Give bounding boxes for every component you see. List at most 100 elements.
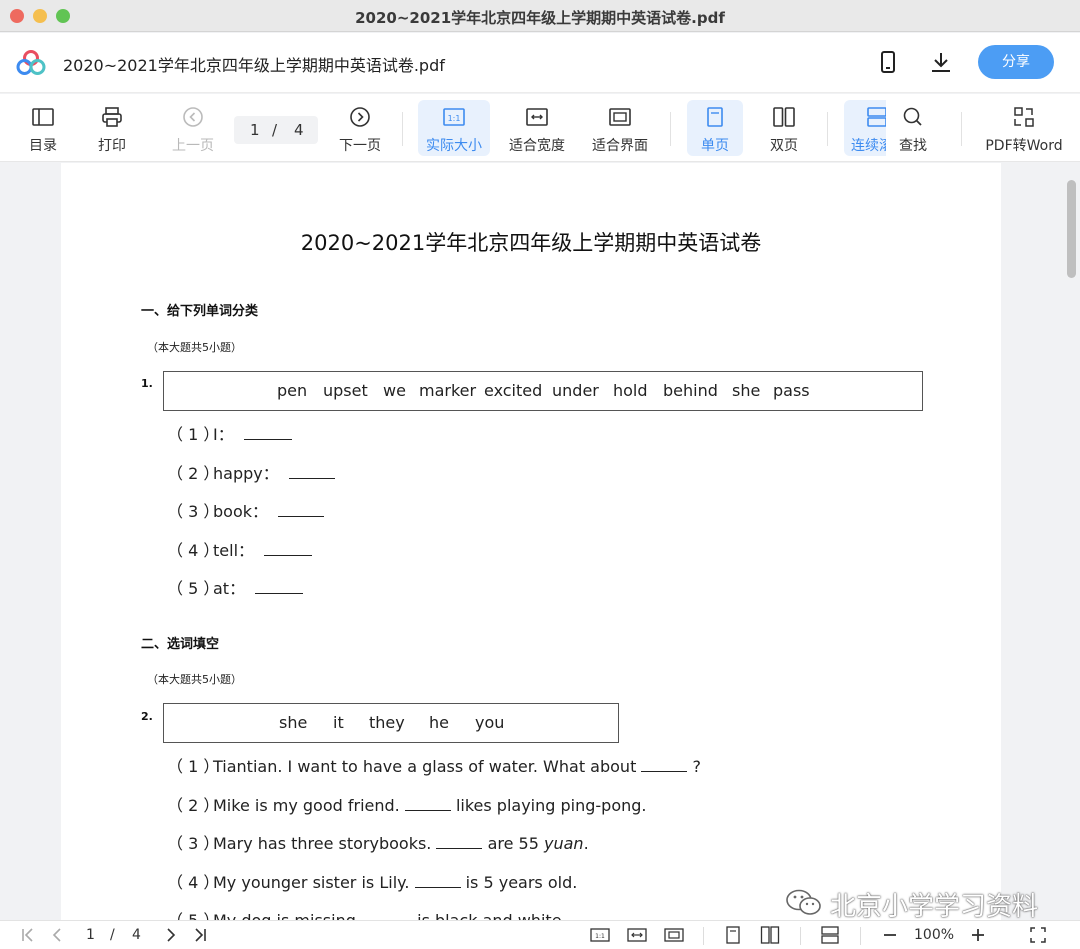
word: pass [773,381,810,400]
answer-blank [436,835,483,849]
bottom-page-total: 4 [132,927,141,943]
fit-width-button[interactable]: 适合宽度 [503,100,571,156]
phone-icon[interactable] [876,50,900,74]
bottom-page-current[interactable]: 1 [86,927,95,943]
document-title: 2020~2021学年北京四年级上学期期中英语试卷.pdf [63,56,445,75]
item-text: tell： [213,541,255,560]
app-logo-icon [16,50,46,75]
prev-page-label: 上一页 [172,138,214,154]
toolbar-divider [827,112,828,146]
list-item: （ 4 ）tell： [167,537,313,561]
next-page-button[interactable]: 下一页 [334,100,386,156]
continuous-scroll-icon [867,107,886,127]
download-icon[interactable] [929,50,953,74]
share-button[interactable]: 分享 [978,45,1054,79]
list-item: （ 4 ）My younger sister is Lily. is 5 yea… [167,869,577,893]
document-viewport[interactable]: 2020~2021学年北京四年级上学期期中英语试卷 一、给下列单词分类 （本大题… [0,163,1080,920]
double-page-button[interactable]: 双页 [758,100,810,156]
search-icon [903,107,922,126]
word: pen [277,381,308,400]
title-bar: 2020~2021学年北京四年级上学期期中英语试卷.pdf [0,0,1080,32]
double-page-label: 双页 [770,138,798,154]
print-button[interactable]: 打印 [87,100,137,156]
list-item: （ 1 ）I： [167,421,292,445]
vertical-scrollbar[interactable] [1067,180,1076,278]
actual-size-icon[interactable]: 1:1 [590,925,610,945]
page-current: 1 [250,121,260,139]
word: marker [419,381,477,400]
item-text: Mary has three storybooks. [213,834,432,853]
first-page-icon[interactable] [18,925,38,945]
item-number: （ 2 ） [167,464,220,483]
section-heading: 二、选词填空 [141,637,220,652]
double-page-icon[interactable] [760,925,780,945]
zoom-out-icon[interactable] [880,925,900,945]
item-text-after: likes playing ping-pong. [455,796,647,815]
item-text: My younger sister is Lily. [213,873,410,892]
fullscreen-icon[interactable] [1028,925,1048,945]
bottom-divider [703,927,704,945]
section-heading: 一、给下列单词分类 [141,304,259,319]
item-number: （ 1 ） [167,757,220,776]
page-total: 4 [294,121,304,139]
item-number: （ 3 ） [167,834,220,853]
fit-width-icon[interactable] [627,925,647,945]
search-button[interactable]: 查找 [889,100,937,156]
continuous-scroll-icon[interactable] [820,925,840,945]
item-number: （ 3 ） [167,502,220,521]
pdf-to-word-label: PDF转Word [985,138,1063,154]
pdf-title: 2020~2021学年北京四年级上学期期中英语试卷 [300,231,762,255]
word: upset [323,381,368,400]
answer-blank [278,503,325,517]
svg-text:1:1: 1:1 [595,933,605,940]
actual-size-label: 实际大小 [426,138,482,154]
answer-blank [366,912,412,920]
word-box: she it they he you [163,703,619,743]
answer-blank [288,465,335,479]
single-page-button[interactable]: 单页 [687,100,743,156]
toc-button[interactable]: 目录 [18,100,68,156]
single-page-icon[interactable] [723,925,743,945]
chevron-left-icon[interactable] [47,925,67,945]
answer-blank [641,758,688,772]
toolbar-divider [402,112,403,146]
answer-blank [404,797,451,811]
actual-size-button[interactable]: 1:1 实际大小 [418,100,490,156]
actual-size-icon: 1:1 [443,108,465,126]
fit-page-icon [609,108,631,126]
question-number: 1. [141,377,153,390]
continuous-scroll-label: 连续滚 [851,138,886,154]
item-text-italic: yuan [544,834,584,853]
fit-page-button[interactable]: 适合界面 [586,100,654,156]
prev-page-button[interactable]: 上一页 [166,100,220,156]
toolbar-divider [961,112,962,146]
bottom-page-separator: / [110,927,115,943]
word: they [369,713,405,732]
toc-label: 目录 [29,138,57,154]
page-input[interactable]: 1 / 4 [234,116,318,144]
item-text: Mike is my good friend. [213,796,400,815]
bottom-divider [860,927,861,945]
pdf-to-word-button[interactable]: PDF转Word [982,100,1066,156]
bottom-bar: 1 / 4 1:1 100% [0,920,1080,949]
question-number: 2. [141,710,153,723]
single-page-label: 单页 [701,138,729,154]
item-number: （ 1 ） [167,425,220,444]
answer-blank [264,542,313,556]
pdf-page: 2020~2021学年北京四年级上学期期中英语试卷 一、给下列单词分类 （本大题… [61,163,1001,920]
item-text: book： [213,502,269,521]
item-text: My dog is missing. [213,911,361,920]
continuous-scroll-button[interactable]: 连续滚 [844,100,886,156]
app-window: 2020~2021学年北京四年级上学期期中英语试卷.pdf 2020~2021学… [0,0,1080,949]
word: she [732,381,761,400]
app-header: 2020~2021学年北京四年级上学期期中英语试卷.pdf 分享 [0,33,1080,93]
fit-page-icon[interactable] [664,925,684,945]
word: under [552,381,599,400]
zoom-in-icon[interactable] [968,925,988,945]
item-text: at： [213,579,246,598]
last-page-icon[interactable] [190,925,210,945]
word: hold [613,381,648,400]
chevron-right-icon[interactable] [161,925,181,945]
convert-icon [1014,107,1034,127]
window-title: 2020~2021学年北京四年级上学期期中英语试卷.pdf [355,9,725,27]
